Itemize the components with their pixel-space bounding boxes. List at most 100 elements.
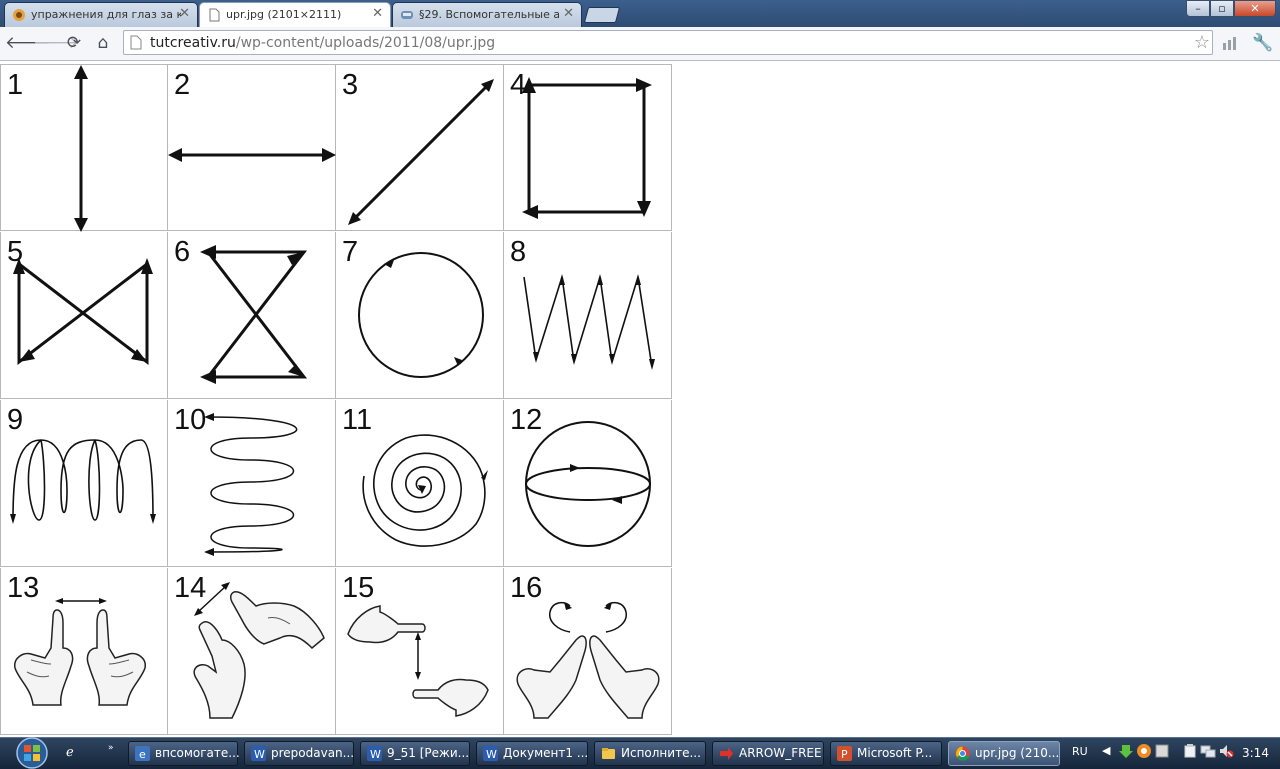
exercise-number: 4 xyxy=(510,69,527,101)
wrench-menu-icon[interactable]: 🔧 xyxy=(1252,33,1273,53)
exercise-cell: 6 xyxy=(168,232,336,399)
word-icon: W xyxy=(483,746,498,761)
taskbar-item[interactable]: W prepodavan... xyxy=(244,741,354,766)
exercise-cell: 15 xyxy=(336,568,504,735)
taskbar-label: upr.jpg (210... xyxy=(975,746,1060,760)
taskbar-label: 9_51 [Режи... xyxy=(387,746,470,760)
tray-app-icon[interactable] xyxy=(1154,743,1170,759)
exercise-number: 10 xyxy=(174,404,207,436)
speaker-muted-icon[interactable] xyxy=(1218,743,1234,759)
exercise-number: 8 xyxy=(510,236,527,268)
exercise-number: 5 xyxy=(7,236,24,268)
browser-tray-icon[interactable] xyxy=(1136,743,1152,759)
action-center-icon[interactable] xyxy=(1182,743,1198,759)
exercise-cell: 7 xyxy=(336,232,504,399)
start-button-icon[interactable] xyxy=(12,737,52,769)
taskbar-label: Microsoft P... xyxy=(857,746,933,760)
svg-text:W: W xyxy=(254,748,265,761)
language-indicator[interactable]: RU xyxy=(1072,745,1088,758)
taskbar-label: prepodavan... xyxy=(271,746,355,760)
exercise-cell: 9 xyxy=(0,400,168,567)
exercise-cell: 16 xyxy=(504,568,672,735)
exercise-cell: 4 xyxy=(504,64,672,231)
circle-arrow-icon xyxy=(358,252,484,378)
browser-toolbar: 🡐 🡒 ⟳ ⌂ tutcreativ.ru/wp-content/uploads… xyxy=(0,27,1280,61)
diagonal-arrow-icon xyxy=(348,79,494,225)
tab-close-icon[interactable]: ✕ xyxy=(563,6,574,21)
loop-arrow-icon xyxy=(10,439,156,524)
page-icon xyxy=(209,8,220,22)
exercise-number: 9 xyxy=(7,404,24,436)
url-path: /wp-content/uploads/2011/08/upr.jpg xyxy=(235,35,496,51)
tab-title: upr.jpg (2101×2111) xyxy=(226,8,342,21)
ie-quicklaunch-icon[interactable]: ℯ xyxy=(66,745,74,760)
site-favicon-icon xyxy=(401,11,413,19)
taskbar-label: Исполните... xyxy=(621,746,701,760)
minimize-button[interactable]: – xyxy=(1186,0,1210,17)
site-favicon-icon xyxy=(13,9,25,21)
exercise-cell: 12 xyxy=(504,400,672,567)
chrome-icon xyxy=(955,746,970,761)
taskbar-label: впсомогате... xyxy=(155,746,240,760)
exercise-number: 2 xyxy=(174,69,191,101)
taskbar-item[interactable]: Исполните... xyxy=(594,741,706,766)
exercise-number: 16 xyxy=(510,572,543,604)
windows-taskbar: ℯ » e впсомогате... W prepodavan... W 9_… xyxy=(0,737,1280,769)
exercise-cell: 1 xyxy=(0,64,168,232)
exercise-number: 14 xyxy=(174,572,207,604)
exercise-number: 12 xyxy=(510,404,543,436)
forward-arrow-icon[interactable]: 🡒 xyxy=(33,32,79,54)
exercise-cell: 8 xyxy=(504,232,672,399)
taskbar-item[interactable]: W Документ1 ... xyxy=(476,741,588,766)
exercise-cell: 14 xyxy=(168,568,336,735)
exercise-cell: 13 xyxy=(0,568,168,735)
clock[interactable]: 3:14 xyxy=(1242,746,1269,760)
exercise-cell: 5 xyxy=(0,232,168,399)
tab-upr-jpg[interactable]: upr.jpg (2101×2111) ✕ xyxy=(199,2,391,28)
network-icon[interactable] xyxy=(1200,743,1216,759)
tab-title: упражнения для глаз за к xyxy=(31,8,181,21)
taskbar-item[interactable]: W 9_51 [Режи... xyxy=(360,741,470,766)
close-window-button[interactable]: ✕ xyxy=(1234,0,1276,17)
url-text: tutcreativ.ru/wp-content/uploads/2011/08… xyxy=(150,35,495,51)
tab-close-icon[interactable]: ✕ xyxy=(372,6,383,21)
exercise-cell: 11 xyxy=(336,400,504,567)
tab-title: §29. Вспомогательные ал xyxy=(419,8,559,21)
exercise-number: 15 xyxy=(342,572,375,604)
taskbar-label: ARROW_FREE xyxy=(739,746,822,760)
home-icon[interactable]: ⌂ xyxy=(91,32,115,54)
tab-eye-exercises[interactable]: упражнения для глаз за к ✕ xyxy=(4,2,198,27)
word-icon: W xyxy=(367,746,382,761)
exercise-cell: 3 xyxy=(336,64,504,231)
tab-helper-algorithms[interactable]: §29. Вспомогательные ал ✕ xyxy=(392,2,582,27)
show-hidden-icons-icon[interactable]: ◀ xyxy=(1102,744,1110,757)
extension-bars-icon[interactable] xyxy=(1222,36,1238,50)
exercise-number: 3 xyxy=(342,69,359,101)
taskbar-item[interactable]: e впсомогате... xyxy=(128,741,240,766)
exercise-number: 6 xyxy=(174,236,191,268)
svg-text:e: e xyxy=(139,748,146,761)
ie-icon: e xyxy=(135,746,150,761)
exercise-number: 7 xyxy=(342,236,359,268)
browser-tab-strip: упражнения для глаз за к ✕ upr.jpg (2101… xyxy=(0,0,1280,28)
url-domain: tutcreativ.ru xyxy=(150,35,236,51)
taskbar-item[interactable]: upr.jpg (210... xyxy=(948,741,1060,766)
word-icon: W xyxy=(251,746,266,761)
quicklaunch-more-icon[interactable]: » xyxy=(108,743,114,753)
address-bar[interactable]: tutcreativ.ru/wp-content/uploads/2011/08… xyxy=(123,30,1213,55)
taskbar-label: Документ1 ... xyxy=(503,746,589,760)
taskbar-item[interactable]: P Microsoft P... xyxy=(830,741,942,766)
taskbar-item[interactable]: ARROW_FREE xyxy=(712,741,824,766)
powerpoint-icon: P xyxy=(837,746,852,761)
maximize-button[interactable]: ▫ xyxy=(1210,0,1234,17)
tab-close-icon[interactable]: ✕ xyxy=(179,6,190,21)
bookmark-star-icon[interactable]: ☆ xyxy=(1194,32,1210,53)
download-tray-icon[interactable] xyxy=(1118,743,1134,759)
horizontal-arrow-icon xyxy=(168,148,336,162)
exercise-cell: 2 xyxy=(168,64,336,231)
exercise-cell: 10 xyxy=(168,400,336,567)
back-arrow-icon[interactable]: 🡐 xyxy=(5,32,51,54)
exercise-number: 13 xyxy=(7,572,40,604)
new-tab-button[interactable] xyxy=(583,7,621,23)
reload-icon[interactable]: ⟳ xyxy=(62,32,86,54)
